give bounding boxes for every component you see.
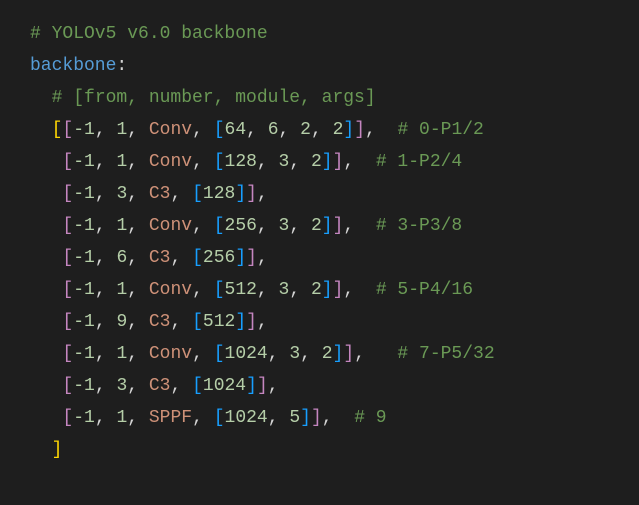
row-2: [-1, 3, C3, [128]], <box>30 178 621 210</box>
row-1: [-1, 1, Conv, [128, 3, 2]], # 1-P2/4 <box>30 146 621 178</box>
row-3: [-1, 1, Conv, [256, 3, 2]], # 3-P3/8 <box>30 210 621 242</box>
row-0: [[-1, 1, Conv, [64, 6, 2, 2]], # 0-P1/2 <box>30 114 621 146</box>
row-5: [-1, 1, Conv, [512, 3, 2]], # 5-P4/16 <box>30 274 621 306</box>
row-8: [-1, 3, C3, [1024]], <box>30 370 621 402</box>
row-9: [-1, 1, SPPF, [1024, 5]], # 9 <box>30 402 621 434</box>
comment-cols: # [from, number, module, args] <box>30 82 621 114</box>
code-block: # YOLOv5 v6.0 backbonebackbone: # [from,… <box>30 18 621 466</box>
key-backbone: backbone: <box>30 50 621 82</box>
close-bracket: ] <box>30 434 621 466</box>
row-6: [-1, 9, C3, [512]], <box>30 306 621 338</box>
row-4: [-1, 6, C3, [256]], <box>30 242 621 274</box>
comment-top: # YOLOv5 v6.0 backbone <box>30 18 621 50</box>
row-7: [-1, 1, Conv, [1024, 3, 2]], # 7-P5/32 <box>30 338 621 370</box>
